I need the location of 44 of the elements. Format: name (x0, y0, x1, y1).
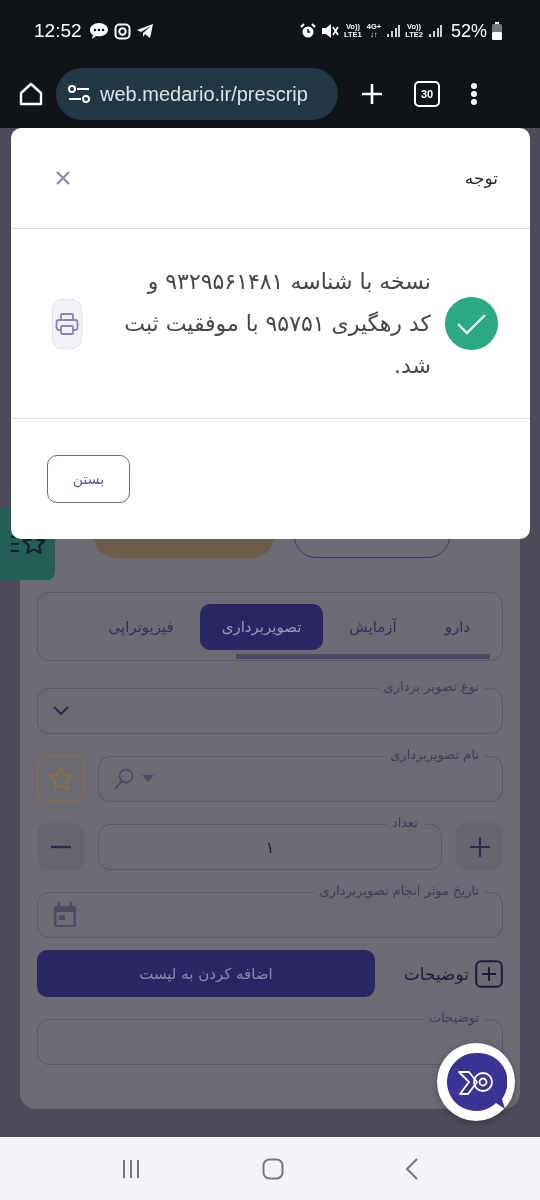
search-icon (114, 768, 134, 790)
home-button-icon[interactable] (262, 1157, 284, 1180)
plus-box-icon (475, 959, 503, 988)
site-settings-icon[interactable] (68, 85, 90, 103)
paper-plane-icon (135, 23, 154, 39)
print-button[interactable] (52, 298, 82, 349)
alarm-icon (300, 23, 316, 39)
url-text: web.medario.ir/prescrip (100, 82, 308, 106)
close-icon[interactable] (55, 170, 71, 186)
add-to-list-button[interactable]: اضافه کردن به لیست (37, 950, 375, 997)
dialog-title: توجه (464, 168, 498, 188)
mute-icon (321, 23, 339, 39)
back-icon[interactable] (405, 1157, 420, 1180)
tab[interactable]: دارو (422, 604, 492, 650)
chat-bubble-icon (88, 22, 109, 40)
dropdown-arrow-icon (142, 775, 154, 783)
clock-time: 12:52 (34, 20, 82, 42)
chevron-down-icon (53, 706, 69, 716)
tab[interactable]: آزمایش (327, 604, 419, 650)
tab[interactable]: تصویربرداری (199, 604, 324, 650)
chat-logo-icon (445, 1051, 507, 1113)
recent-apps-icon[interactable] (120, 1158, 141, 1179)
more-menu-icon[interactable] (470, 82, 478, 106)
notes-toggle-label: توضیحات (403, 963, 469, 984)
printer-icon (55, 311, 79, 336)
increment-button[interactable] (456, 823, 503, 870)
plus-icon (468, 835, 491, 858)
camera-icon (113, 22, 131, 40)
home-icon[interactable] (18, 81, 44, 107)
tab[interactable]: فیزیوتراپی (86, 604, 196, 650)
address-bar[interactable]: web.medario.ir/prescrip (56, 68, 338, 120)
calendar-icon (53, 902, 77, 928)
battery-icon (492, 22, 502, 40)
star-icon (47, 765, 74, 792)
close-button[interactable]: بستن (47, 455, 130, 503)
signal-icon (386, 24, 401, 38)
notes-toggle[interactable]: توضیحات (403, 959, 503, 988)
battery-percent: 52% (450, 20, 487, 42)
success-message: نسخه با شناسه ۹۳۲۹۵۶۱۴۸۱ و کد رهگیری ۹۵۷۵۱ با موفقیت ثبت شد. (123, 267, 431, 380)
minus-icon (50, 844, 71, 849)
tab-switcher-button[interactable]: 30 (414, 81, 440, 107)
new-tab-icon[interactable] (360, 82, 384, 106)
success-check-icon (445, 297, 498, 350)
signal-icon (427, 24, 442, 38)
